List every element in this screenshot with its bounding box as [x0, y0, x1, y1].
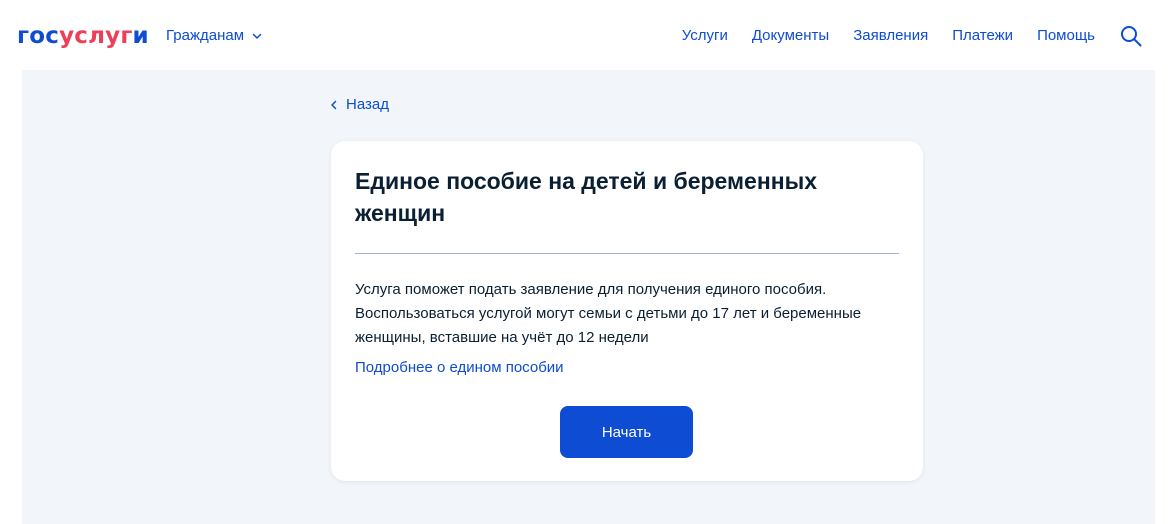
logo-text-part1: гос [17, 23, 60, 49]
start-button[interactable]: Начать [560, 406, 693, 458]
gosuslugi-logo[interactable]: госуслуги [17, 21, 149, 51]
service-card: Единое пособие на детей и беременных жен… [331, 141, 923, 481]
top-header: госуслуги Гражданам Услуги Документы Зая… [0, 0, 1173, 70]
audience-label: Гражданам [166, 27, 245, 44]
service-title: Единое пособие на детей и беременных жен… [355, 168, 818, 226]
nav-item-applications[interactable]: Заявления [853, 27, 928, 44]
service-description: Услуга поможет подать заявление для полу… [355, 281, 862, 346]
back-link-label: Назад [346, 96, 389, 113]
nav-item-documents[interactable]: Документы [752, 27, 829, 44]
logo-text-part3: и [132, 23, 149, 49]
search-icon[interactable] [1120, 25, 1142, 47]
chevron-left-icon [331, 100, 337, 109]
card-divider [355, 253, 899, 254]
audience-dropdown[interactable]: Гражданам [166, 27, 262, 44]
chevron-down-icon [252, 33, 262, 39]
nav-item-services[interactable]: Услуги [682, 27, 728, 44]
main-nav: Услуги Документы Заявления Платежи Помощ… [682, 27, 1095, 44]
nav-item-help[interactable]: Помощь [1037, 27, 1095, 44]
logo-text-part2: услуг [59, 23, 133, 49]
nav-item-payments[interactable]: Платежи [952, 27, 1013, 44]
more-info-link[interactable]: Подробнее о едином пособии [355, 359, 564, 376]
back-link[interactable]: Назад [330, 96, 389, 113]
